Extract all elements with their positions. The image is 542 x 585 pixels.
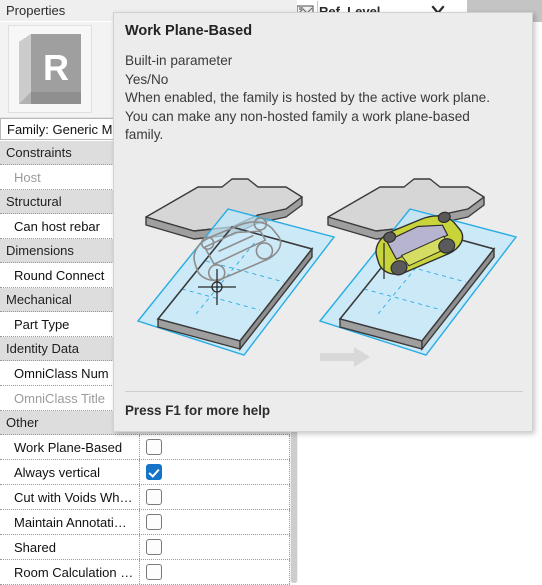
tooltip-divider [125,391,523,392]
parameter-value-cell[interactable] [140,535,290,559]
parameter-name: Room Calculation … [0,560,140,584]
checkbox-unchecked[interactable] [146,439,162,455]
tooltip-footer: Press F1 for more help [125,403,271,418]
parameter-value-cell[interactable] [140,485,290,509]
parameter-row[interactable]: Room Calculation … [0,560,290,585]
family-preview-icon: R [8,25,92,113]
tooltip-line-4: You can make any non-hosted family a wor… [125,108,470,124]
parameter-row[interactable]: Cut with Voids Wh… [0,485,290,510]
revit-properties-screen: Ref. Level Properties R Family: Generic … [0,0,542,585]
tooltip-title: Work Plane-Based [125,23,253,39]
checkbox-unchecked[interactable] [146,489,162,505]
parameter-value-cell[interactable] [140,435,290,459]
parameter-tooltip: Work Plane-Based Built-in parameter Yes/… [113,12,533,432]
parameter-row[interactable]: Shared [0,535,290,560]
parameter-name: Always vertical [0,460,140,484]
tooltip-line-5: family. [125,127,164,142]
parameter-name: Shared [0,535,140,559]
checkbox-checked[interactable] [146,464,162,480]
tooltip-line-3: When enabled, the family is hosted by th… [125,90,490,105]
parameter-row[interactable]: Work Plane-Based [0,435,290,460]
parameter-name: Maintain Annotati… [0,510,140,534]
work-plane-based-illustration [122,163,526,388]
parameter-row[interactable]: Always vertical [0,460,290,485]
svg-text:R: R [43,47,69,88]
family-type-value: Family: Generic M [7,121,113,137]
parameter-value-cell[interactable] [140,460,290,484]
parameter-value-cell[interactable] [140,560,290,584]
tooltip-body: Built-in parameter Yes/No When enabled, … [125,52,525,145]
right-arrow-icon [320,347,370,367]
parameter-row[interactable]: Maintain Annotati… [0,510,290,535]
parameter-value-cell[interactable] [140,510,290,534]
revit-r-icon: R [17,32,83,106]
tooltip-line-1: Built-in parameter [125,53,233,68]
parameter-name: Cut with Voids Wh… [0,485,140,509]
checkbox-unchecked[interactable] [146,564,162,580]
checkbox-unchecked[interactable] [146,539,162,555]
tooltip-line-2: Yes/No [125,71,169,87]
checkbox-unchecked[interactable] [146,514,162,530]
parameter-name: Work Plane-Based [0,435,140,459]
